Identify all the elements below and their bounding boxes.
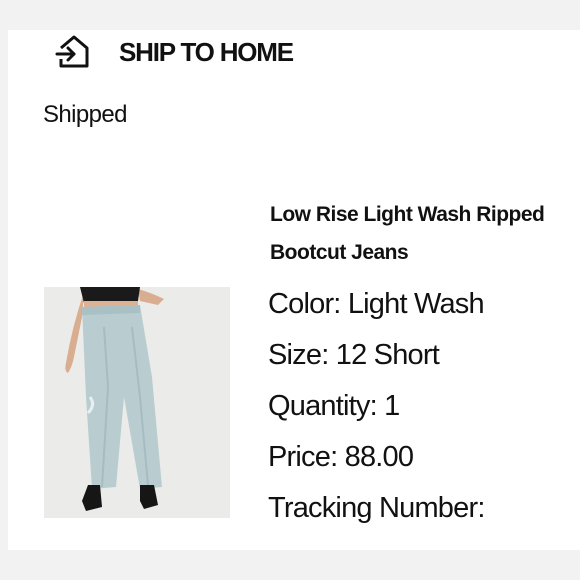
order-item-card: SHIP TO HOME Shipped Low Rise Light Wash… bbox=[8, 30, 580, 550]
detail-color-label: Color: bbox=[268, 288, 341, 320]
detail-size-label: Size: bbox=[268, 339, 329, 371]
detail-size-value: 12 Short bbox=[335, 339, 440, 371]
detail-quantity: Quantity: 1 bbox=[268, 384, 485, 435]
product-name[interactable]: Low Rise Light Wash Ripped Bootcut Jeans bbox=[270, 196, 580, 272]
detail-price-value: 88.00 bbox=[344, 441, 414, 473]
detail-price-label: Price: bbox=[268, 441, 338, 473]
detail-color: Color: Light Wash bbox=[268, 282, 485, 333]
product-details: Color: Light Wash Size: 12 Short Quantit… bbox=[268, 282, 485, 537]
detail-tracking-label: Tracking Number: bbox=[268, 492, 485, 524]
ship-to-home-header: SHIP TO HOME bbox=[54, 32, 294, 72]
detail-tracking-number: Tracking Number: bbox=[268, 486, 485, 537]
detail-price: Price: 88.00 bbox=[268, 435, 485, 486]
shipment-status: Shipped bbox=[43, 101, 127, 128]
detail-quantity-label: Quantity: bbox=[268, 390, 378, 422]
detail-quantity-value: 1 bbox=[384, 390, 400, 422]
ship-to-home-icon bbox=[54, 32, 94, 72]
product-image[interactable] bbox=[44, 287, 230, 518]
detail-size: Size: 12 Short bbox=[268, 333, 485, 384]
detail-color-value: Light Wash bbox=[347, 288, 485, 320]
ship-to-home-title: SHIP TO HOME bbox=[119, 37, 294, 67]
